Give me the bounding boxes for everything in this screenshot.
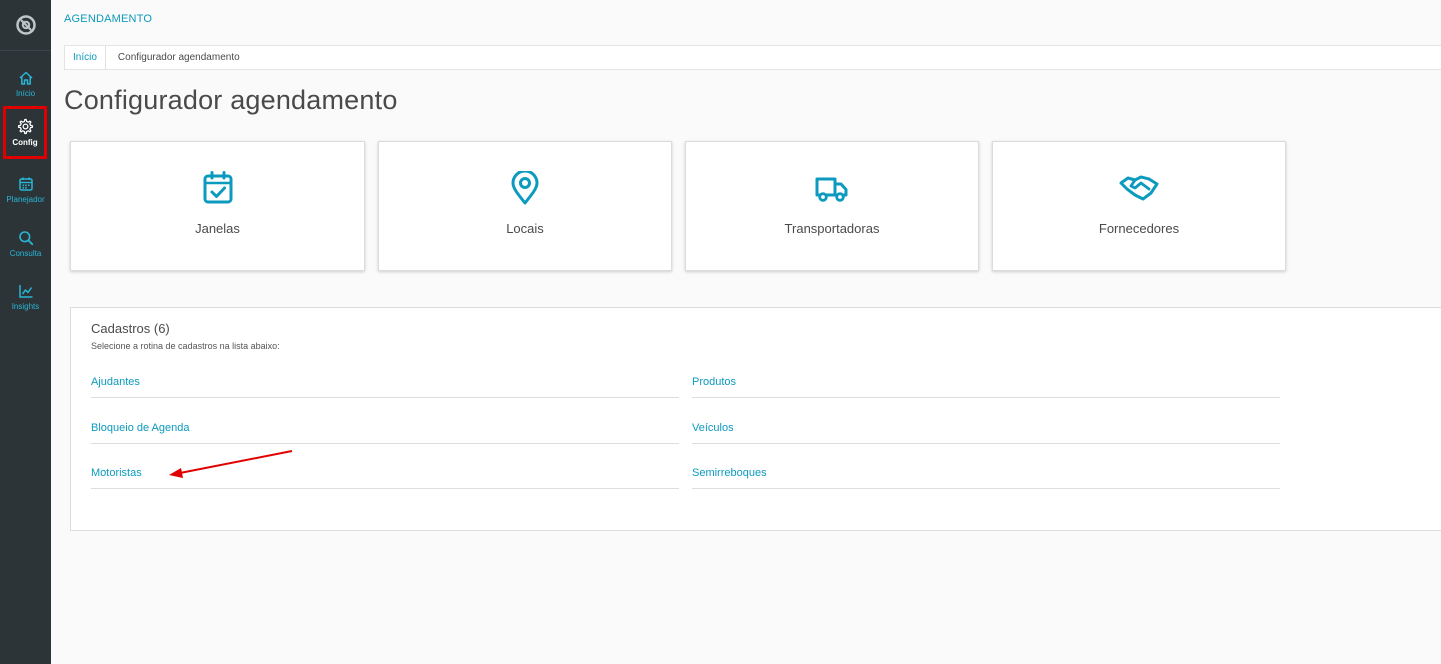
link-bloqueio-de-agenda[interactable]: Bloqueio de Agenda — [91, 422, 679, 444]
link-semirreboques[interactable]: Semirreboques — [692, 467, 1280, 489]
sidebar-item-inicio[interactable]: Início — [0, 57, 51, 110]
breadcrumb-current: Configurador agendamento — [117, 52, 240, 63]
card-janelas[interactable]: Janelas — [70, 141, 365, 271]
card-label: Transportadoras — [784, 221, 880, 236]
sidebar-item-label: Insights — [11, 301, 40, 311]
sidebar-item-label: Planejador — [6, 194, 45, 204]
sidebar: Início Config Planejador Consulta Insigh… — [0, 0, 51, 664]
main-content: AGENDAMENTO Início Configurador agendame… — [51, 0, 1441, 664]
link-motoristas[interactable]: Motoristas — [91, 467, 679, 489]
calendar-icon — [18, 177, 33, 191]
cadastros-title: Cadastros (6) — [91, 321, 170, 336]
sidebar-item-label: Início — [15, 88, 36, 98]
link-produtos[interactable]: Produtos — [692, 376, 1280, 398]
calendar-check-icon — [203, 171, 232, 204]
link-ajudantes[interactable]: Ajudantes — [91, 376, 679, 398]
card-locais[interactable]: Locais — [378, 141, 672, 271]
search-icon — [18, 230, 33, 245]
cadastros-panel: Cadastros (6) Selecione a rotina de cada… — [70, 307, 1441, 531]
sidebar-item-config[interactable]: Config — [3, 106, 47, 159]
sidebar-item-planejador[interactable]: Planejador — [0, 163, 51, 216]
card-transportadoras[interactable]: Transportadoras — [685, 141, 979, 271]
card-fornecedores[interactable]: Fornecedores — [992, 141, 1286, 271]
link-veiculos[interactable]: Veículos — [692, 422, 1280, 444]
logo-icon — [15, 15, 36, 35]
sidebar-item-label: Config — [12, 138, 38, 147]
page-title: Configurador agendamento — [64, 85, 398, 115]
chart-icon — [18, 284, 32, 298]
sidebar-item-consulta[interactable]: Consulta — [0, 217, 51, 270]
home-icon — [18, 71, 33, 85]
breadcrumb-home-link[interactable]: Início — [65, 46, 106, 69]
handshake-icon — [1119, 175, 1159, 201]
app-title: AGENDAMENTO — [64, 13, 153, 25]
logo[interactable] — [0, 0, 51, 51]
cadastros-subtitle: Selecione a rotina de cadastros na lista… — [91, 341, 280, 351]
map-pin-icon — [511, 171, 539, 205]
card-label: Janelas — [195, 221, 240, 236]
breadcrumb: Início Configurador agendamento — [64, 45, 1441, 70]
card-label: Fornecedores — [1098, 221, 1180, 236]
sidebar-item-insights[interactable]: Insights — [0, 270, 51, 323]
card-label: Locais — [506, 221, 544, 236]
gear-icon — [17, 118, 33, 135]
truck-icon — [815, 177, 848, 202]
sidebar-item-label: Consulta — [9, 248, 42, 258]
